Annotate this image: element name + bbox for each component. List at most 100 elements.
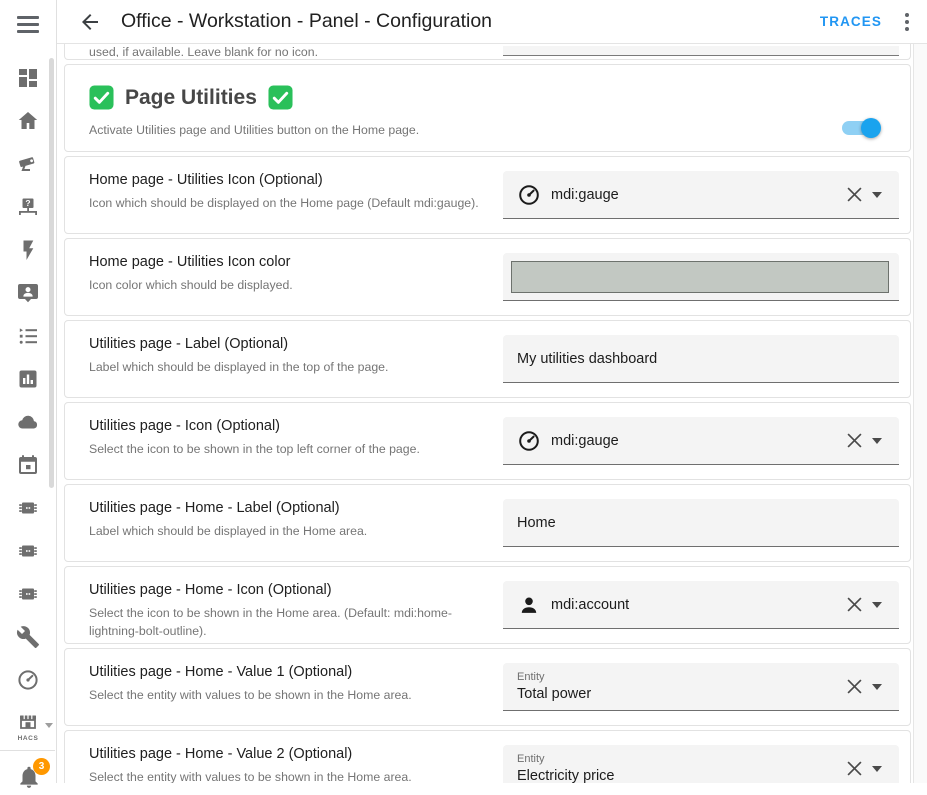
list-icon — [16, 324, 40, 348]
config-row: Utilities page - Label (Optional) Label … — [64, 320, 911, 398]
row-description: used, if available. Leave blank for no i… — [89, 45, 318, 57]
sidebar-item-cloud[interactable] — [0, 400, 56, 443]
section-page-utilities: Page Utilities Activate Utilities page a… — [64, 64, 911, 152]
sidebar-item-dashboard[interactable] — [0, 56, 56, 99]
back-button[interactable] — [77, 9, 103, 35]
menu-icon[interactable] — [17, 16, 39, 33]
entity-select-input[interactable]: Entity Electricity price — [503, 745, 899, 783]
gauge-icon — [517, 183, 541, 207]
row-description: Icon which should be displayed on the Ho… — [89, 195, 497, 213]
home-icon — [16, 109, 40, 133]
icon-select-input[interactable]: mdi:gauge — [503, 417, 899, 465]
config-row-partial: used, if available. Leave blank for no i… — [64, 44, 911, 60]
entity-select-input[interactable]: Entity Total power — [503, 663, 899, 711]
account-box-icon — [16, 281, 40, 305]
row-description: Select the icon to be shown in the Home … — [89, 605, 497, 641]
page-utilities-toggle[interactable] — [842, 121, 878, 135]
sidebar: ? — [0, 0, 57, 783]
entity-select-value: Electricity price — [517, 768, 841, 783]
text-input[interactable]: My utilities dashboard — [503, 335, 899, 383]
sidebar-item-device-3[interactable] — [0, 572, 56, 615]
config-row: Utilities page - Home - Value 1 (Optiona… — [64, 648, 911, 726]
sidebar-item-home[interactable] — [0, 99, 56, 142]
clear-icon[interactable] — [841, 592, 867, 618]
hacs-icon — [16, 710, 40, 734]
chevron-down-icon[interactable] — [45, 723, 53, 728]
sidebar-item-notifications[interactable]: 3 — [16, 764, 42, 790]
sidebar-item-gauge[interactable] — [0, 658, 56, 701]
icon-select-input[interactable]: mdi:account — [503, 581, 899, 629]
sidebar-scrollbar[interactable] — [49, 58, 54, 488]
calendar-icon — [16, 453, 40, 477]
config-row: Home page - Utilities Icon (Optional) Ic… — [64, 156, 911, 234]
page-title: Office - Workstation - Panel - Configura… — [121, 10, 492, 33]
chevron-down-icon[interactable] — [867, 185, 887, 205]
sidebar-item-todo[interactable] — [0, 314, 56, 357]
sidebar-item-device-1[interactable] — [0, 486, 56, 529]
sidebar-item-device-2[interactable] — [0, 529, 56, 572]
cctv-icon — [16, 152, 40, 176]
row-description: Label which should be displayed in the H… — [89, 523, 497, 541]
text-input-value: My utilities dashboard — [517, 351, 885, 367]
gauge-icon — [517, 429, 541, 453]
chip-icon — [16, 582, 40, 606]
clear-icon[interactable] — [841, 182, 867, 208]
sidebar-item-tools[interactable] — [0, 615, 56, 658]
icon-select-input[interactable]: mdi:gauge — [503, 171, 899, 219]
row-description: Select the entity with values to be show… — [89, 687, 497, 705]
sidebar-item-cameras[interactable] — [0, 142, 56, 185]
account-icon — [517, 593, 541, 617]
chip-icon — [16, 539, 40, 563]
clear-icon[interactable] — [841, 674, 867, 700]
clear-icon[interactable] — [841, 428, 867, 454]
chevron-down-icon[interactable] — [867, 595, 887, 615]
sidebar-item-calendar[interactable] — [0, 443, 56, 486]
text-input[interactable]: Home — [503, 499, 899, 547]
check-mark-emoji — [268, 85, 293, 110]
row-description: Icon color which should be displayed. — [89, 277, 497, 295]
icon-select-value: mdi:account — [551, 597, 841, 613]
config-row: Utilities page - Home - Value 2 (Optiona… — [64, 730, 911, 783]
chevron-down-icon[interactable] — [867, 431, 887, 451]
section-title: Page Utilities — [125, 86, 257, 110]
notification-badge: 3 — [33, 758, 50, 775]
sidebar-item-energy[interactable] — [0, 228, 56, 271]
chevron-down-icon[interactable] — [867, 759, 887, 779]
config-row: Utilities page - Home - Label (Optional)… — [64, 484, 911, 562]
help-network-icon: ? — [16, 195, 40, 219]
sidebar-item-persons[interactable] — [0, 271, 56, 314]
config-row: Utilities page - Icon (Optional) Select … — [64, 402, 911, 480]
row-description: Select the entity with values to be show… — [89, 769, 497, 783]
overflow-menu-icon[interactable] — [892, 7, 922, 37]
flash-icon — [16, 238, 40, 262]
icon-select-value: mdi:gauge — [551, 433, 841, 449]
clear-icon[interactable] — [841, 756, 867, 782]
color-picker-input[interactable] — [503, 253, 899, 301]
page-scrollbar[interactable] — [913, 44, 927, 783]
cloud-icon — [16, 410, 40, 434]
sidebar-item-hacs[interactable]: HACS — [0, 701, 56, 750]
svg-text:?: ? — [25, 197, 30, 207]
text-input[interactable] — [503, 46, 899, 56]
row-description: Select the icon to be shown in the top l… — [89, 441, 497, 459]
section-description: Activate Utilities page and Utilities bu… — [89, 123, 886, 137]
config-row: Utilities page - Home - Icon (Optional) … — [64, 566, 911, 644]
row-description: Label which should be displayed in the t… — [89, 359, 497, 377]
chip-icon — [16, 496, 40, 520]
traces-button[interactable]: TRACES — [820, 14, 882, 29]
chevron-down-icon[interactable] — [867, 677, 887, 697]
sidebar-item-history[interactable] — [0, 357, 56, 400]
config-panel: used, if available. Leave blank for no i… — [58, 44, 913, 783]
dashboard-icon — [16, 66, 40, 90]
sidebar-item-help-network[interactable]: ? — [0, 185, 56, 228]
wrench-icon — [16, 625, 40, 649]
app-header: Office - Workstation - Panel - Configura… — [57, 0, 927, 44]
gauge-icon — [16, 668, 40, 692]
entity-field-label: Entity — [517, 753, 841, 765]
color-swatch[interactable] — [511, 261, 889, 293]
config-row: Home page - Utilities Icon color Icon co… — [64, 238, 911, 316]
hacs-label: HACS — [18, 735, 39, 742]
entity-select-value: Total power — [517, 686, 841, 702]
chart-box-icon — [16, 367, 40, 391]
arrow-left-icon — [78, 10, 102, 34]
